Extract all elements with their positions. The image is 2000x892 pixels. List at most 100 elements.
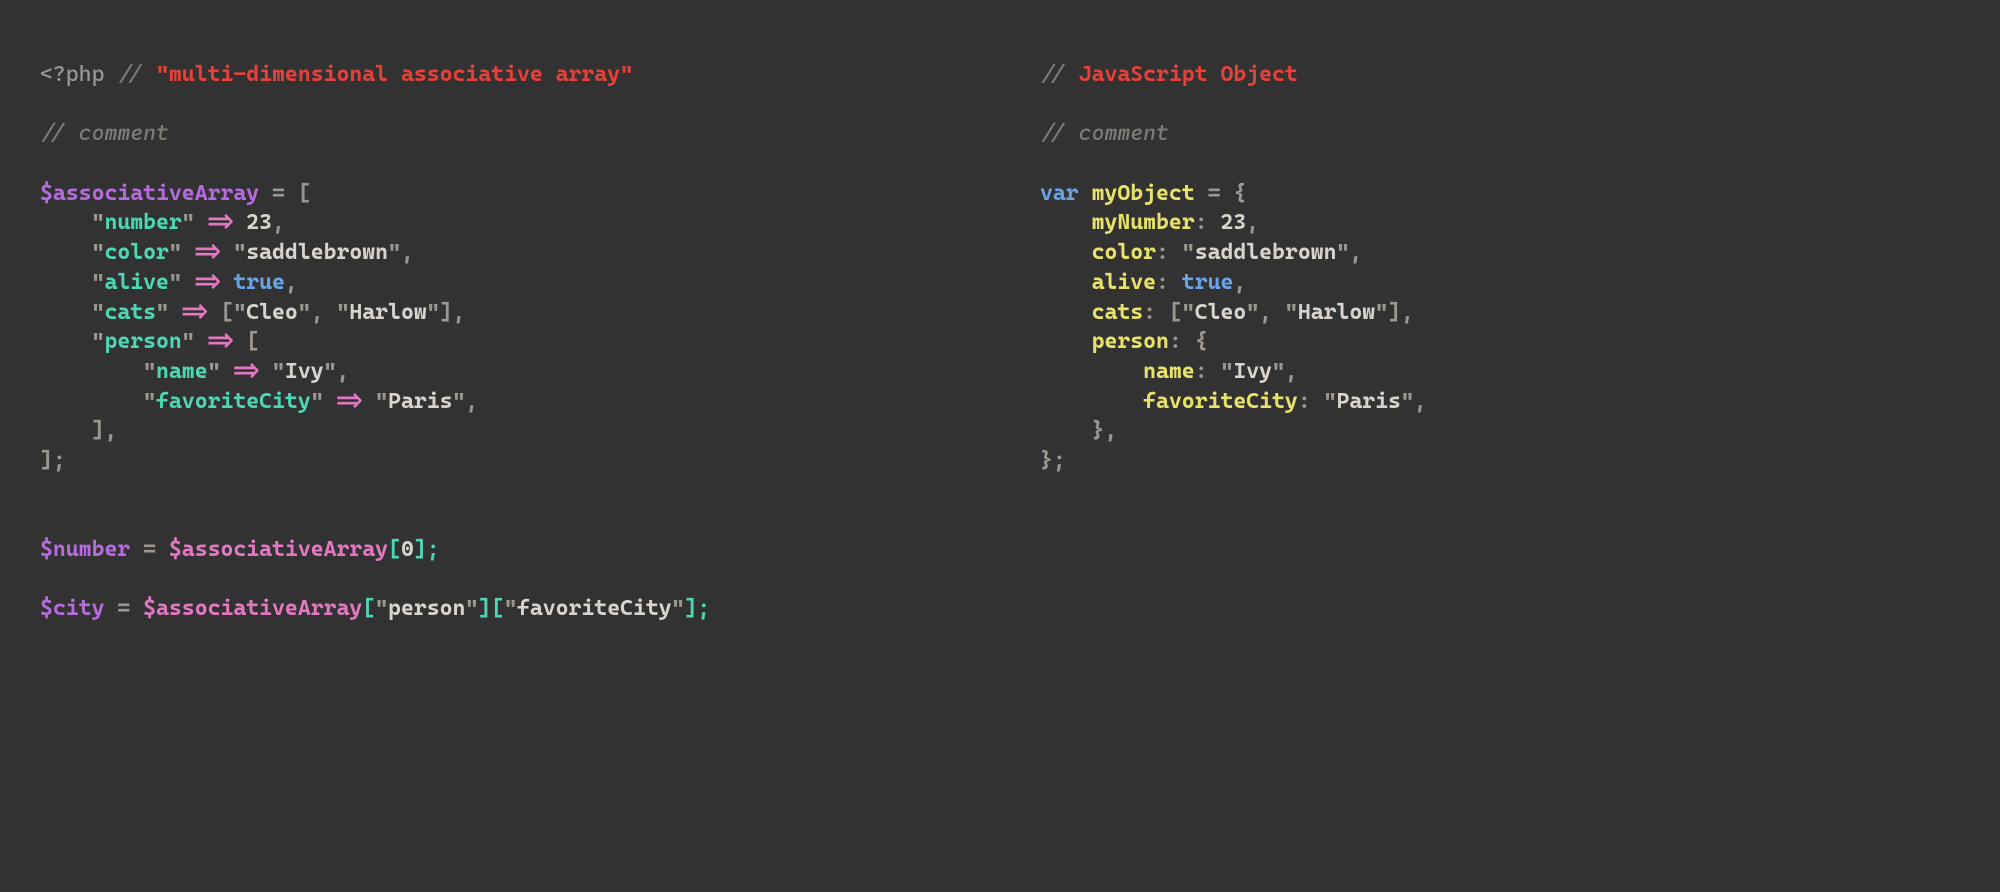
array-key: color	[104, 240, 168, 265]
array-key: number	[104, 210, 181, 235]
comma: ,	[285, 270, 298, 295]
str-quote: "	[298, 300, 311, 325]
string-literal: saddlebrown	[1195, 240, 1337, 265]
comment-text: comment	[1066, 121, 1169, 146]
array-key: name	[156, 359, 208, 384]
bracket: [	[246, 329, 259, 354]
comma: ,	[465, 389, 478, 414]
str-quote: "	[375, 596, 388, 621]
js-code-pane: // JavaScript Object // comment var myOb…	[1040, 60, 1960, 832]
str-quote: "	[156, 300, 169, 325]
bool-literal: true	[1182, 270, 1234, 295]
bracket: [	[362, 596, 375, 621]
php-variable: $number	[40, 537, 130, 562]
str-quote: "	[1324, 389, 1337, 414]
str-quote: "	[92, 240, 105, 265]
str-quote: "	[427, 300, 440, 325]
arrow-op: =>	[220, 359, 272, 384]
js-identifier: myObject	[1092, 181, 1195, 206]
bracket: ];	[685, 596, 711, 621]
comment-title: JavaScript Object	[1079, 62, 1298, 87]
object-key: name	[1143, 359, 1195, 384]
object-key: alive	[1092, 270, 1156, 295]
str-quote: "	[1246, 300, 1259, 325]
object-key: person	[1092, 329, 1169, 354]
str-quote: "	[272, 359, 285, 384]
colon: :	[1169, 329, 1195, 354]
arrow-op: =>	[195, 210, 247, 235]
colon: :	[1156, 240, 1182, 265]
str-quote: "	[324, 359, 337, 384]
comma: ,	[311, 300, 337, 325]
brace-close: },	[1040, 418, 1117, 443]
assign-open: = [	[259, 181, 311, 206]
colon: :	[1298, 389, 1324, 414]
php-variable-ref: $associativeArray	[169, 537, 388, 562]
brace: {	[1195, 329, 1208, 354]
arrow-op: =>	[182, 240, 234, 265]
number-literal: 23	[1220, 210, 1246, 235]
str-quote: "	[92, 210, 105, 235]
str-quote: "	[453, 389, 466, 414]
array-key: person	[104, 329, 181, 354]
php-variable-ref: $associativeArray	[143, 596, 362, 621]
array-key: cats	[104, 300, 156, 325]
str-quote: "	[143, 389, 156, 414]
str-quote: "	[92, 270, 105, 295]
keyword-var: var	[1040, 181, 1092, 206]
comma: ,	[1401, 300, 1414, 325]
str-quote: "	[336, 300, 349, 325]
assign-open: = {	[1195, 181, 1247, 206]
str-quote: "	[1336, 240, 1349, 265]
colon: :	[1156, 270, 1182, 295]
str-quote: "	[311, 389, 324, 414]
assign: =	[130, 537, 169, 562]
string-literal: Paris	[1336, 389, 1400, 414]
arrow-op: =>	[182, 270, 234, 295]
bracket-close: ];	[40, 448, 66, 473]
php-open-tag: <?php	[40, 62, 104, 87]
str-quote: "	[92, 300, 105, 325]
string-literal: Paris	[388, 389, 452, 414]
string-literal: saddlebrown	[246, 240, 388, 265]
object-key: myNumber	[1092, 210, 1195, 235]
str-quote: "	[1375, 300, 1388, 325]
space	[1066, 62, 1079, 87]
assign: =	[104, 596, 143, 621]
str-quote: "	[1182, 300, 1195, 325]
object-key: cats	[1092, 300, 1144, 325]
comma: ,	[1233, 270, 1246, 295]
bracket: [	[1169, 300, 1182, 325]
string-literal: Ivy	[285, 359, 324, 384]
number-literal: 23	[246, 210, 272, 235]
comment-slash: //	[117, 62, 143, 87]
str-quote: "	[1285, 300, 1298, 325]
comma: ,	[1246, 210, 1259, 235]
comment-text: comment	[66, 121, 169, 146]
str-quote: "	[1182, 240, 1195, 265]
number-literal: 0	[401, 537, 414, 562]
bracket: [	[220, 300, 233, 325]
arrow-op: =>	[324, 389, 376, 414]
str-quote: "	[233, 240, 246, 265]
str-quote: "	[465, 596, 478, 621]
arrow-op: =>	[169, 300, 221, 325]
array-key: favoriteCity	[156, 389, 311, 414]
php-variable: $associativeArray	[40, 181, 259, 206]
comma: ,	[1259, 300, 1285, 325]
str-quote: "	[233, 300, 246, 325]
comment-slash: //	[1040, 121, 1066, 146]
str-quote: "	[182, 329, 195, 354]
bracket: ][	[478, 596, 504, 621]
comma: ,	[1349, 240, 1362, 265]
comment-slash: //	[1040, 62, 1066, 87]
str-quote: "	[92, 329, 105, 354]
colon: :	[1195, 359, 1221, 384]
str-quote: "	[504, 596, 517, 621]
str-quote: "	[182, 210, 195, 235]
bool-literal: true	[233, 270, 285, 295]
brace-close: };	[1040, 448, 1066, 473]
string-literal: Harlow	[1298, 300, 1375, 325]
str-quote: "	[1272, 359, 1285, 384]
str-quote: "	[169, 270, 182, 295]
